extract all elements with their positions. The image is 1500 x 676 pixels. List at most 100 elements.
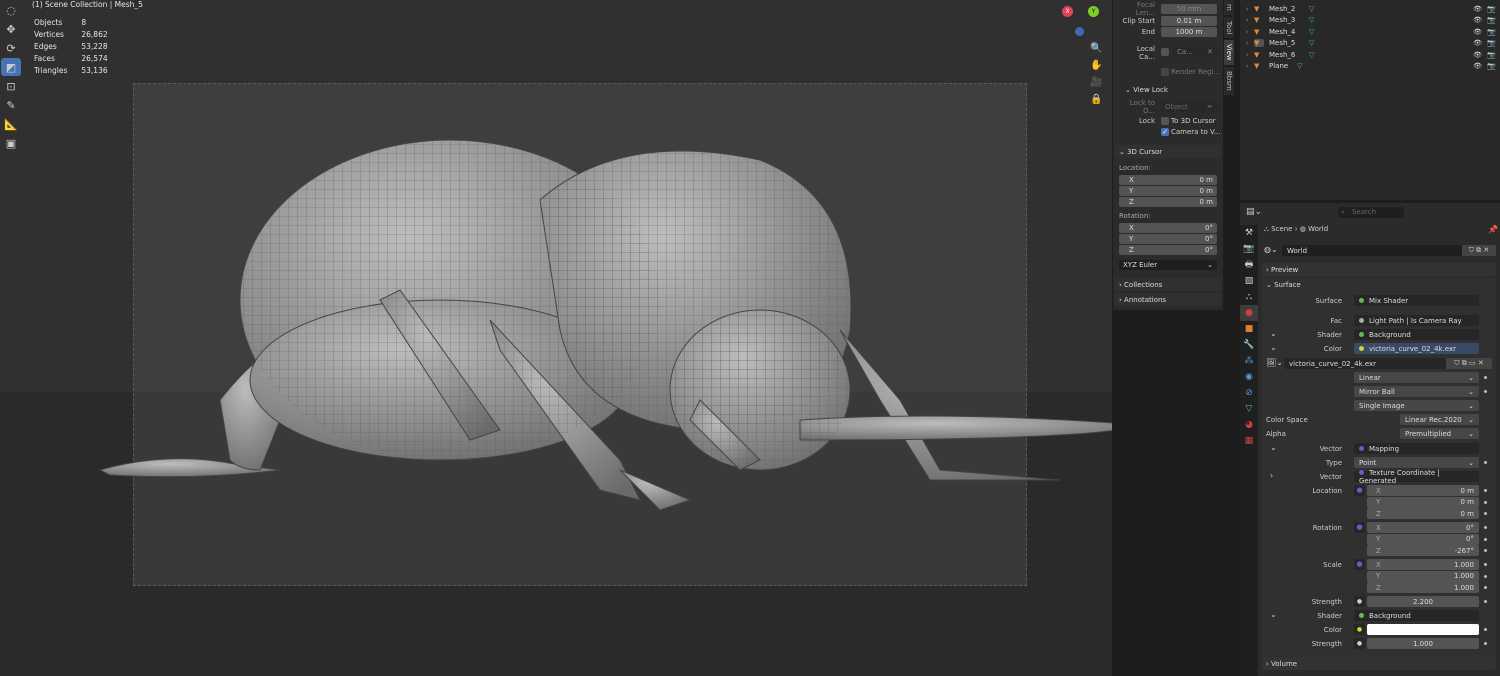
rotation-mode-dropdown[interactable]: XYZ Euler ⌄ xyxy=(1119,260,1217,270)
gizmo-y-axis[interactable]: Y xyxy=(1088,6,1099,17)
image-datablock-buttons[interactable]: ⛉ ⧉ ▭ ✕ xyxy=(1446,358,1492,369)
lock-to-cursor-checkbox[interactable] xyxy=(1161,117,1169,125)
cursor-tool-icon[interactable]: ◌ xyxy=(1,1,21,19)
image-browse-icon[interactable]: 🖼⌄ xyxy=(1266,358,1283,367)
annotate-tool-icon[interactable]: ✎ xyxy=(1,96,21,114)
collections-header[interactable]: › Collections xyxy=(1115,278,1221,291)
keyframe-dot[interactable] xyxy=(1484,376,1487,379)
cursor-loc-y[interactable]: Y 0 m xyxy=(1119,186,1217,196)
keyframe-dot[interactable] xyxy=(1484,563,1487,566)
outliner-item[interactable]: › ▼ Mesh_3 ▽ 👁 📷 xyxy=(1240,15,1500,26)
color-space-dropdown[interactable]: Linear Rec.2020 ⌄ xyxy=(1400,414,1479,425)
keyframe-dot[interactable] xyxy=(1484,642,1487,645)
keyframe-dot[interactable] xyxy=(1484,461,1487,464)
annotations-header[interactable]: › Annotations xyxy=(1115,293,1221,306)
pin-icon[interactable]: 📌 xyxy=(1488,225,1498,234)
add-cube-tool-icon[interactable]: ▣ xyxy=(1,134,21,152)
pan-hand-icon[interactable]: ✋ xyxy=(1090,57,1102,74)
tab-view[interactable]: View xyxy=(1224,40,1234,66)
surface-panel-header[interactable]: ⌄ Surface xyxy=(1262,278,1496,291)
location-y-field[interactable]: Y 0 m xyxy=(1367,496,1479,508)
fac-field[interactable]: Light Path | Is Camera Ray xyxy=(1354,315,1479,326)
breadcrumb-scene[interactable]: Scene xyxy=(1271,225,1292,233)
render-camera-icon[interactable]: 📷 xyxy=(1487,39,1496,47)
tab-bbsm[interactable]: Bbsm xyxy=(1224,67,1234,95)
tab-item[interactable]: m xyxy=(1224,0,1234,15)
view-layer-tab-icon[interactable]: ▧ xyxy=(1240,273,1258,289)
lock-icon[interactable]: 🔒 xyxy=(1090,91,1102,108)
lock-to-object-field[interactable]: Object ✒ xyxy=(1161,102,1217,112)
outliner-item-name[interactable]: Mesh_2 xyxy=(1269,5,1309,13)
interpolation-dropdown[interactable]: Linear ⌄ xyxy=(1354,372,1479,383)
expand-chevron-icon[interactable]: › xyxy=(1240,5,1254,13)
strength-field[interactable]: 2.200 xyxy=(1367,596,1479,607)
render-tab-icon[interactable]: 📷 xyxy=(1240,241,1258,257)
clip-start-field[interactable]: 0.01 m xyxy=(1161,16,1217,26)
strength2-field[interactable]: 1.000 xyxy=(1367,638,1479,649)
keyframe-dot[interactable] xyxy=(1484,549,1487,552)
expand-chevron-icon[interactable]: › xyxy=(1240,16,1254,24)
scale-tool-icon[interactable]: ◩ xyxy=(1,58,21,76)
search-input[interactable]: ⌕ Search xyxy=(1338,207,1404,218)
expand-chevron-icon[interactable]: › xyxy=(1240,28,1254,36)
physics-tab-icon[interactable]: ◉ xyxy=(1240,369,1258,385)
surface-shader-field[interactable]: Mix Shader xyxy=(1354,295,1479,306)
clip-end-field[interactable]: 1000 m xyxy=(1161,27,1217,37)
alpha-dropdown[interactable]: Premultiplied ⌄ xyxy=(1400,428,1479,439)
rotation-x-field[interactable]: X 0° xyxy=(1367,522,1479,533)
output-tab-icon[interactable]: 🖶 xyxy=(1240,257,1258,273)
visibility-eye-icon[interactable]: 👁 xyxy=(1473,28,1482,36)
rotation-y-field[interactable]: Y 0° xyxy=(1367,533,1479,545)
keyframe-dot[interactable] xyxy=(1484,537,1487,541)
volume-panel-header[interactable]: › Volume xyxy=(1262,657,1496,670)
expand-chevron-icon[interactable]: › xyxy=(1240,39,1254,47)
outliner-item-name[interactable]: Mesh_4 xyxy=(1269,28,1309,36)
constraints-tab-icon[interactable]: ⊘ xyxy=(1240,385,1258,401)
cursor-loc-z[interactable]: Z 0 m xyxy=(1119,197,1217,207)
keyframe-dot[interactable] xyxy=(1484,489,1487,492)
3d-cursor-header[interactable]: ⌄ 3D Cursor xyxy=(1115,145,1221,158)
color-input-field[interactable]: victoria_curve_02_4k.exr xyxy=(1354,343,1479,354)
preview-panel-header[interactable]: › Preview xyxy=(1262,263,1496,276)
view-lock-header[interactable]: ⌄ View Lock xyxy=(1125,85,1168,95)
keyframe-dot[interactable] xyxy=(1484,600,1487,603)
material-tab-icon[interactable]: ◕ xyxy=(1240,417,1258,433)
rotate-tool-icon[interactable]: ⟳ xyxy=(1,39,21,57)
shader-field[interactable]: Background xyxy=(1354,329,1479,340)
vector-field[interactable]: Mapping xyxy=(1354,443,1479,454)
keyframe-dot[interactable] xyxy=(1484,512,1487,515)
projection-dropdown[interactable]: Mirror Ball ⌄ xyxy=(1354,386,1479,397)
editor-type-icon[interactable]: ▤⌄ xyxy=(1246,207,1262,217)
particles-tab-icon[interactable]: ⁂ xyxy=(1240,353,1258,369)
visibility-eye-icon[interactable]: 👁 xyxy=(1473,62,1482,70)
data-tab-icon[interactable]: ▽ xyxy=(1240,401,1258,417)
outliner-item[interactable]: › ▼ Mesh_5 ▽ 👁 📷 xyxy=(1240,38,1500,49)
outliner-item-name[interactable]: Plane xyxy=(1269,62,1297,70)
visibility-eye-icon[interactable]: 👁 xyxy=(1473,16,1482,24)
outliner-item[interactable]: › ▼ Mesh_6 ▽ 👁 📷 xyxy=(1240,49,1500,60)
cursor-rot-x[interactable]: X 0° xyxy=(1119,223,1217,233)
gizmo-x-axis[interactable]: X xyxy=(1062,6,1073,17)
outliner-item[interactable]: › ▼ Plane ▽ 👁 📷 xyxy=(1240,61,1500,72)
keyframe-dot[interactable] xyxy=(1484,390,1487,393)
tool-tab-icon[interactable]: ⚒ xyxy=(1240,225,1258,241)
keyframe-dot[interactable] xyxy=(1484,574,1487,578)
measure-tool-icon[interactable]: 📐 xyxy=(1,115,21,133)
keyframe-dot[interactable] xyxy=(1484,526,1487,529)
render-camera-icon[interactable]: 📷 xyxy=(1487,5,1496,13)
expand-chevron-icon[interactable]: › xyxy=(1240,51,1254,59)
transform-tool-icon[interactable]: ⊡ xyxy=(1,77,21,95)
camera-view-icon[interactable]: 🎥 xyxy=(1090,74,1102,91)
render-camera-icon[interactable]: 📷 xyxy=(1487,16,1496,24)
world-datablock-buttons[interactable]: ⛉ ⧉ ✕ xyxy=(1462,245,1496,256)
breadcrumb-world[interactable]: World xyxy=(1308,225,1328,233)
outliner-item-name[interactable]: Mesh_3 xyxy=(1269,16,1309,24)
source-dropdown[interactable]: Single Image ⌄ xyxy=(1354,400,1479,411)
location-x-field[interactable]: X 0 m xyxy=(1367,485,1479,496)
local-camera-checkbox[interactable] xyxy=(1161,48,1169,56)
zoom-icon[interactable]: 🔍 xyxy=(1090,40,1102,57)
world-browse-icon[interactable]: ◍⌄ xyxy=(1264,245,1278,254)
clear-icon[interactable]: ✕ xyxy=(1207,48,1213,56)
visibility-eye-icon[interactable]: 👁 xyxy=(1473,39,1482,47)
camera-to-view-checkbox[interactable]: ✓ xyxy=(1161,128,1169,136)
